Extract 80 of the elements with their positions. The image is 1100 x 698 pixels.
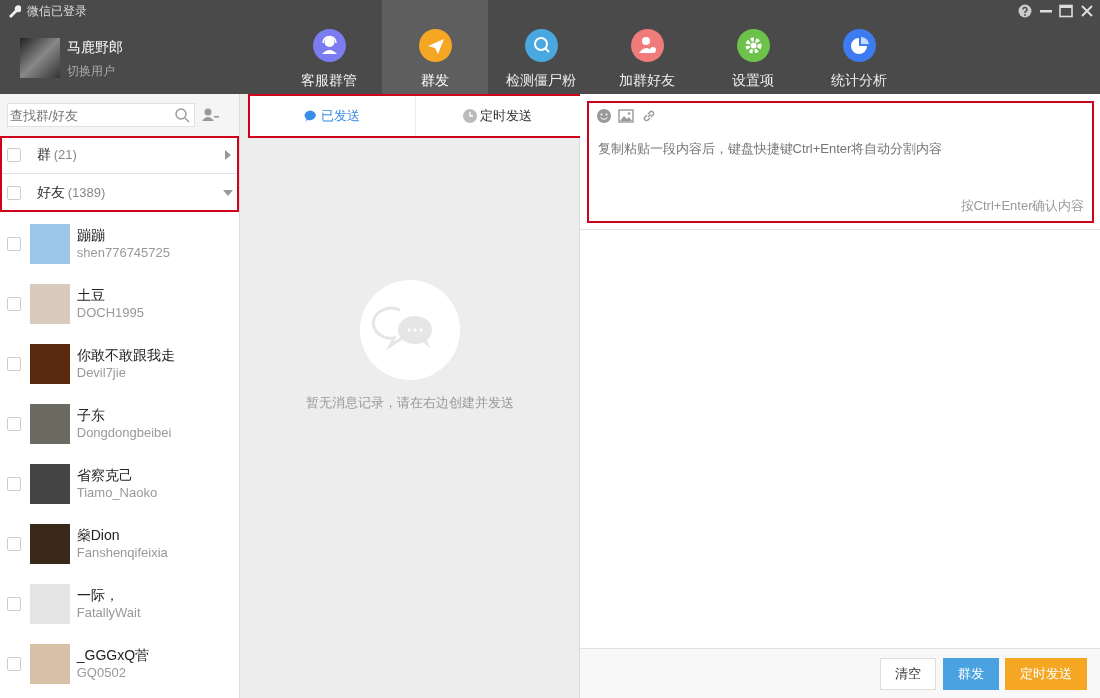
contact-id: Tiamo_Naoko [76,484,158,502]
avatar-photo [30,584,71,624]
caret-right-icon[interactable] [222,149,233,160]
image-icon[interactable] [618,107,634,124]
checkbox[interactable] [6,297,21,311]
search-icon[interactable] [173,107,190,123]
avatar-photo [30,344,71,384]
contact-id: DOCH1995 [76,304,144,322]
nav-tab[interactable]: 统计分析 [806,0,912,94]
help-icon[interactable] [1018,4,1032,18]
caret-down-icon[interactable] [222,187,233,198]
contact-name: _GGGxQ菅 [76,646,150,664]
clear-button[interactable]: 清空 [880,657,936,690]
nav-tab[interactable]: 检测僵尸粉 [488,0,594,94]
contact-name: 一际， [76,586,120,604]
checkbox[interactable] [6,477,21,491]
contact-id: Devil7jie [76,364,127,382]
empty-message: 暂无消息记录，请在右边创建并发送 [305,394,514,412]
avatar-photo [30,464,71,504]
avatar-photo [30,524,71,564]
nav-label: 统计分析 [831,71,887,88]
contact-name: 燊Dion [76,526,121,544]
checkbox[interactable] [6,537,21,551]
avatar-photo [20,38,60,78]
checkbox[interactable] [6,417,21,431]
chat-bubble-icon [304,109,319,123]
avatar-photo [30,284,71,324]
contact-name: 省察克己 [76,466,134,484]
contact-id: FatallyWait [76,604,141,622]
contact-name: 你敢不敢跟我走 [76,346,175,364]
checkbox[interactable] [6,185,21,200]
nav-label: 群发 [421,71,449,88]
nav-tab[interactable]: 客服群管 [276,0,382,94]
nav-label: 设置项 [732,71,774,88]
checkbox[interactable] [6,357,21,371]
nav-label: 加群好友 [619,71,675,88]
add-user-icon[interactable] [201,107,219,123]
contact-name: 土豆 [76,286,106,304]
contact-id: shen776745725 [76,244,170,262]
checkbox[interactable] [6,597,21,611]
nav-tab[interactable]: 加群好友 [594,0,700,94]
contact-name: 子东 [76,406,106,424]
checkbox[interactable] [6,147,21,162]
checkbox[interactable] [6,237,21,251]
group-label: 好友 [36,183,65,202]
contact-row[interactable]: 一际， FatallyWait [0,574,239,634]
nav-label: 检测僵尸粉 [506,71,576,88]
avatar-photo [30,644,71,684]
contact-row[interactable]: _GGGxQ菅 GQ0502 [0,634,239,694]
group-count: (1389) [67,183,106,202]
contact-row[interactable]: 你敢不敢跟我走 Devil7jie [0,334,239,394]
contact-id: GQ0502 [76,664,127,682]
empty-chat-icon [359,280,460,380]
contact-id: Fanshenqifeixia [76,544,168,562]
checkbox[interactable] [6,657,21,671]
smiley-icon[interactable] [595,107,612,124]
nav-tab[interactable]: 群发 [382,0,488,94]
avatar-photo [30,224,71,264]
nav-label: 客服群管 [301,71,357,88]
nav-tab[interactable]: 设置项 [700,0,806,94]
close-icon[interactable] [1079,4,1094,18]
contact-id: Dongdongbeibei [76,424,172,442]
avatar-photo [30,404,71,444]
contact-row[interactable]: 土豆 DOCH1995 [0,274,239,334]
group-label: 群 [36,145,51,164]
user-name: 马鹿野郎 [66,37,123,57]
clock-icon [463,109,478,123]
contact-row[interactable]: 燊Dion Fanshenqifeixia [0,514,239,574]
switch-user-link[interactable]: 切换用户 [66,61,123,80]
contact-row[interactable]: 子东 Dongdongbeibei [0,394,239,454]
group-row[interactable]: 好友 (1389) [0,174,239,212]
contact-name: 蹦蹦 [76,226,106,244]
group-count: (21) [53,145,77,164]
search-field[interactable]: 查找群/好友 [6,103,195,127]
window-title: 微信已登录 [27,3,87,20]
group-row[interactable]: 群 (21) [0,136,239,174]
maximize-icon[interactable] [1059,4,1073,18]
contact-row[interactable]: 省察克己 Tiamo_Naoko [0,454,239,514]
composer-hint: 按Ctrl+Enter确认内容 [959,197,1085,215]
contact-row[interactable]: 蹦蹦 shen776745725 [0,214,239,274]
